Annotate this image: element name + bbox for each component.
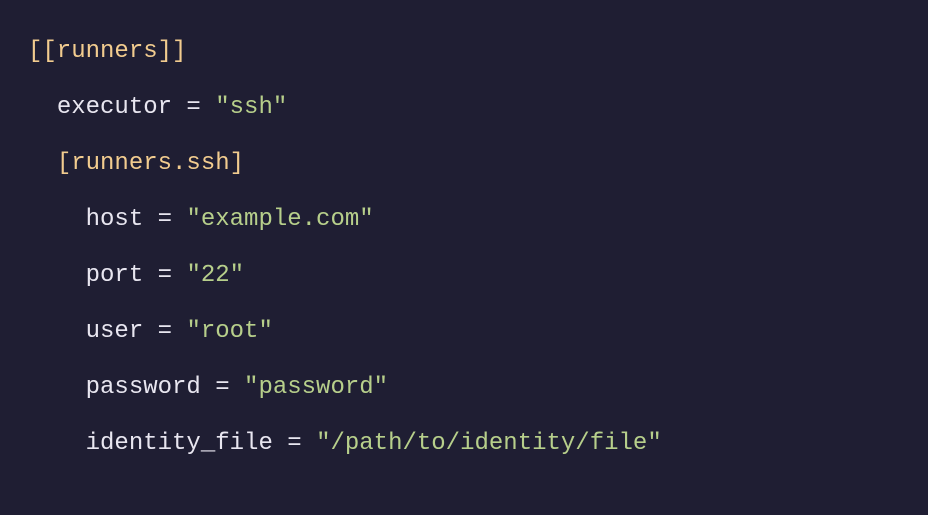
section-runners-ssh: [runners.ssh] [57, 150, 244, 177]
key-host: host [86, 206, 144, 233]
equals-sign: = [201, 374, 244, 401]
key-password: password [86, 374, 201, 401]
equals-sign: = [273, 430, 316, 457]
value-user: "root" [186, 318, 272, 345]
value-password: "password" [244, 374, 388, 401]
key-user: user [86, 318, 144, 345]
key-executor: executor [57, 94, 172, 121]
value-executor: "ssh" [215, 94, 287, 121]
key-identity-file: identity_file [86, 430, 273, 457]
equals-sign: = [143, 262, 186, 289]
code-block: [[runners]] executor = "ssh" [runners.ss… [0, 0, 928, 496]
value-identity-file: "/path/to/identity/file" [316, 430, 662, 457]
section-runners: [[runners]] [28, 38, 186, 65]
equals-sign: = [143, 318, 186, 345]
value-port: "22" [186, 262, 244, 289]
equals-sign: = [143, 206, 186, 233]
key-port: port [86, 262, 144, 289]
equals-sign: = [172, 94, 215, 121]
value-host: "example.com" [186, 206, 373, 233]
